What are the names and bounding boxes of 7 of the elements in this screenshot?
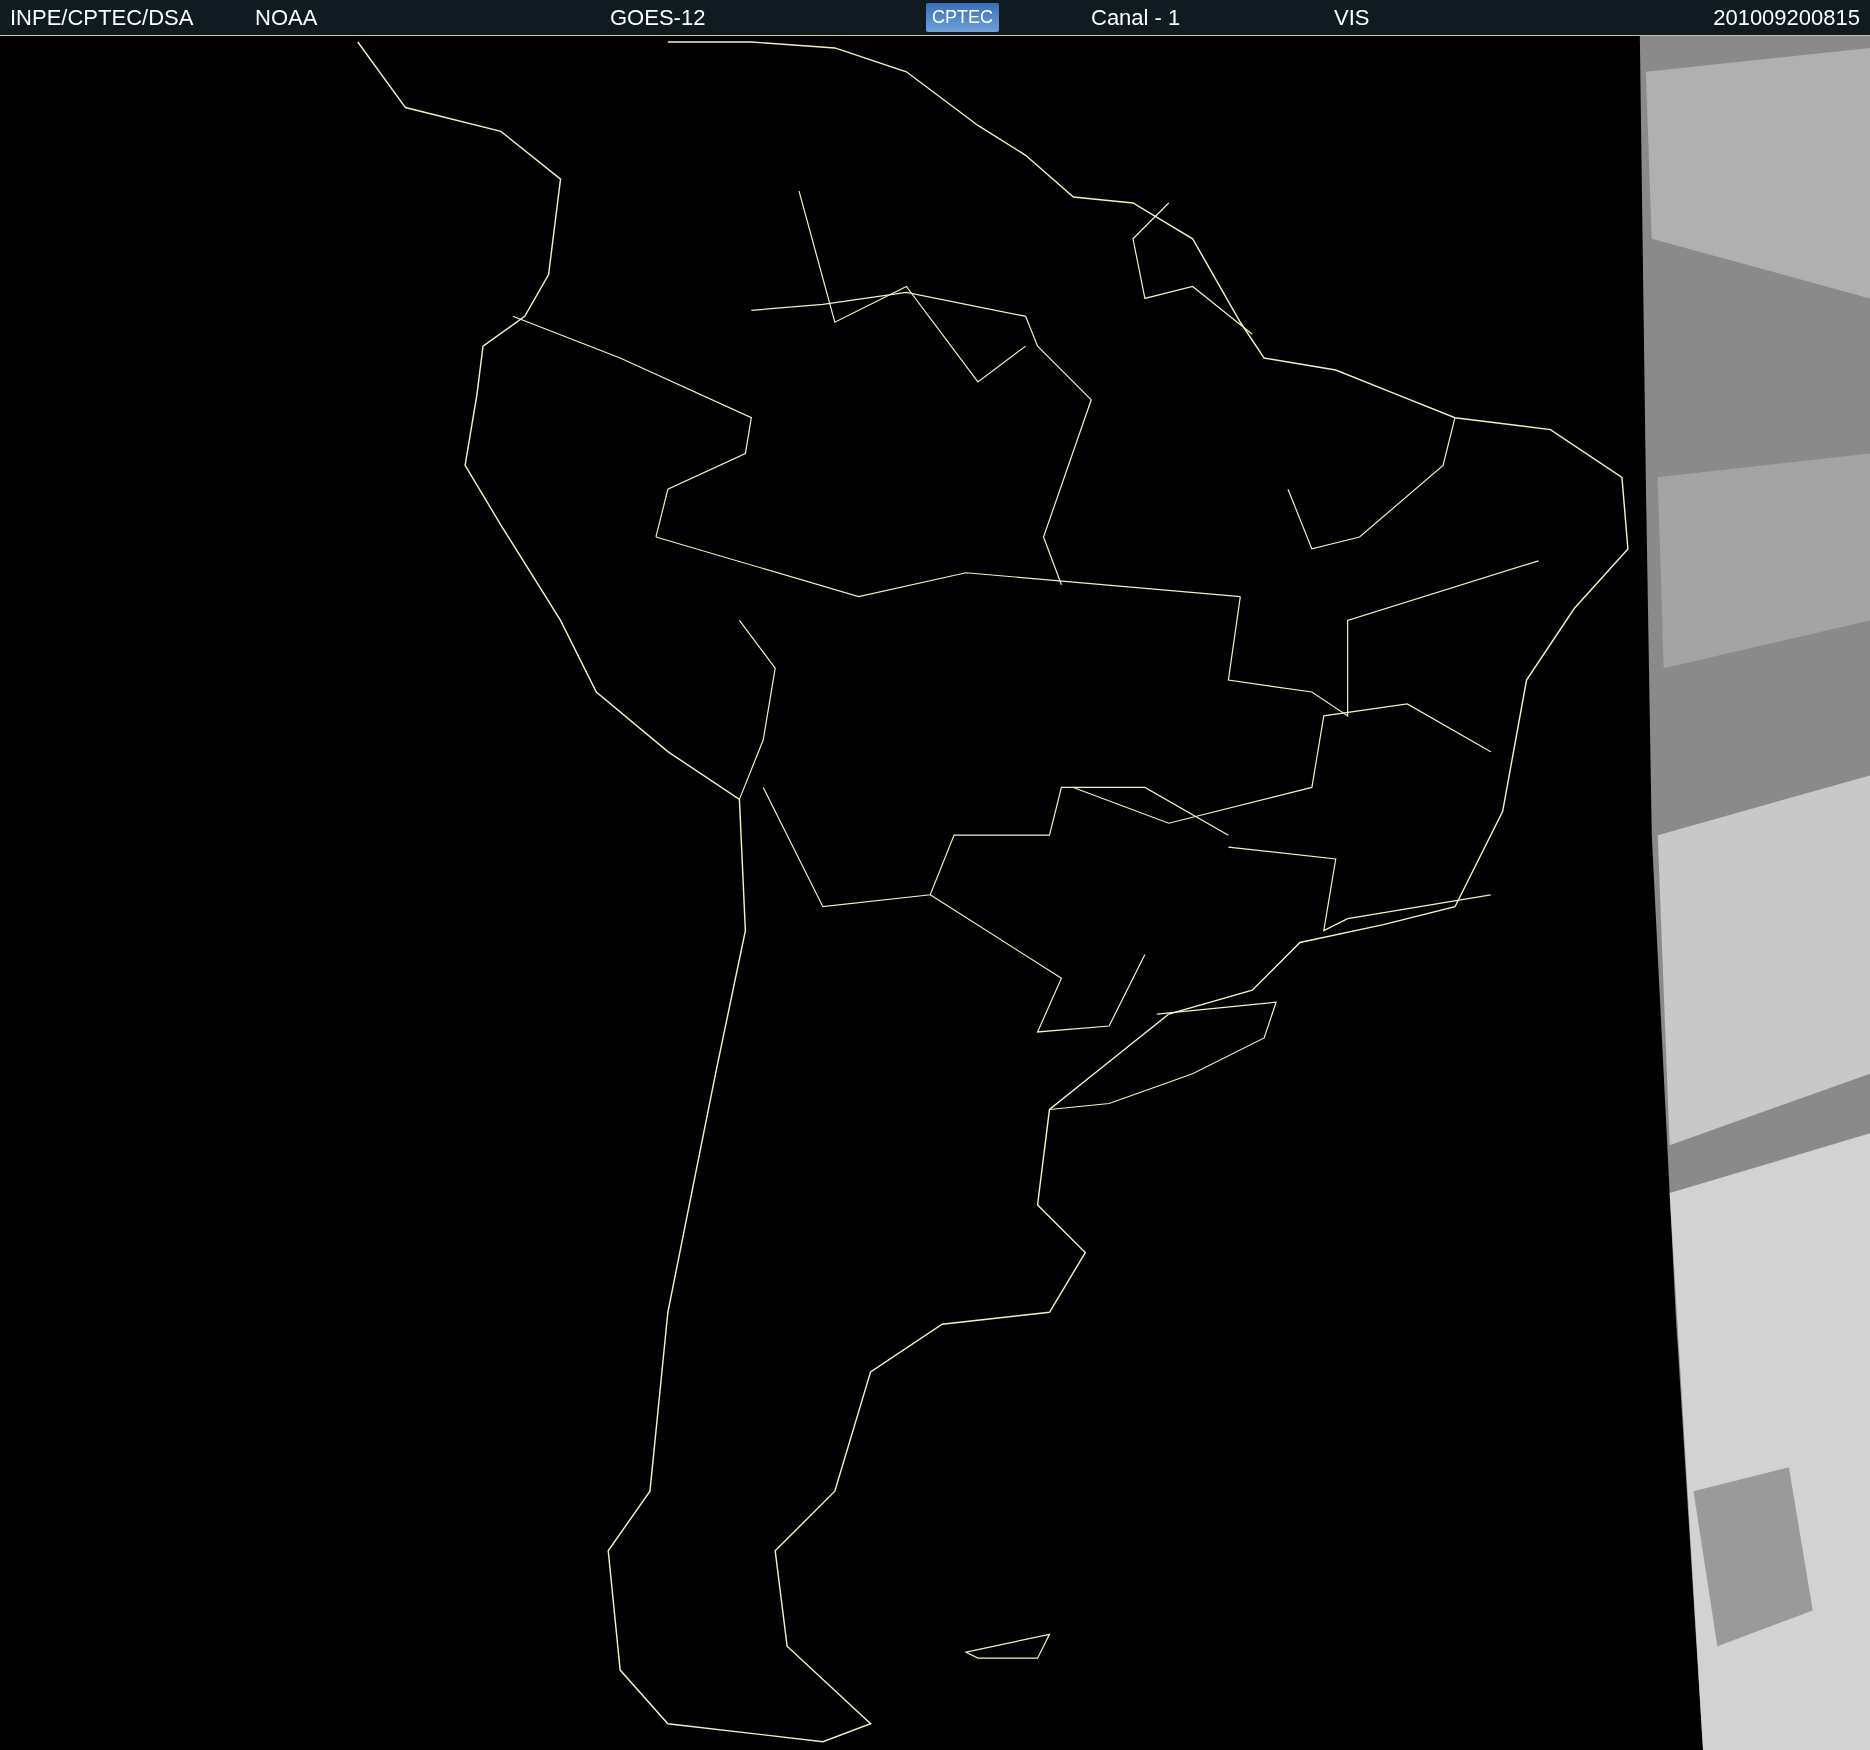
agency-label: NOAA xyxy=(255,4,319,31)
band-label: VIS xyxy=(1334,4,1371,31)
channel-label: Canal - 1 xyxy=(1091,4,1182,31)
source-label: INPE/CPTEC/DSA xyxy=(10,4,195,31)
timestamp-label: 201009200815 xyxy=(1713,4,1860,31)
satellite-label: GOES-12 xyxy=(610,4,707,31)
logo-badge: CPTEC xyxy=(926,3,999,32)
